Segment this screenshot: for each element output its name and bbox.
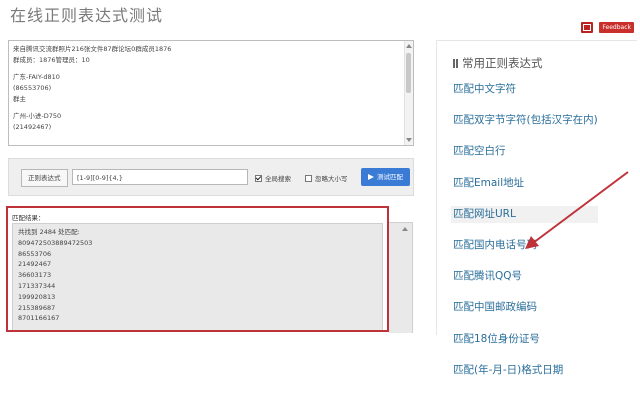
source-scrollbar[interactable] (404, 41, 413, 145)
regex-panel: 正则表达式 [1-9][0-9]{4,} 全局搜索 忽略大小写 测试匹配 (8, 158, 414, 196)
sidebar-link[interactable]: 匹配18位身份证号 (453, 331, 598, 348)
sidebar-heading-label: 常用正则表达式 (462, 56, 543, 70)
feedback-button[interactable]: Feedback (599, 22, 634, 33)
sidebar-links: 匹配中文字符 匹配双字节字符(包括汉字在内) 匹配空白行匹配Email地址 匹配网址U… (451, 81, 598, 393)
sidebar-link[interactable]: 匹配空白行 (453, 143, 598, 160)
result-match: 21492467 (18, 260, 52, 269)
result-match: 809472503889472503 (18, 238, 93, 247)
source-textarea[interactable]: 来自腾讯交流群照片216张文件87群论坛0群成员1876 群成员：1876管理员：… (8, 40, 414, 146)
sidebar-link[interactable]: 匹配腾讯QQ号 (453, 268, 598, 285)
sidebar-link[interactable]: 匹配国内电话号码 (453, 237, 598, 254)
result-match: 86553706 (18, 249, 52, 258)
source-line: 来自腾讯交流群照片216张文件87群论坛0群成员1876 (13, 45, 172, 53)
sidebar-heading: 常用正则表达式 (453, 55, 543, 71)
ignore-case-option[interactable]: 忽略大小写 (305, 173, 348, 183)
sidebar-link[interactable]: 匹配中文字符 (453, 81, 598, 98)
source-line: (21492467) (13, 123, 52, 131)
source-line: 广州-小进-D750 (13, 112, 62, 120)
regex-label: 正则表达式 (21, 169, 68, 187)
scroll-up-icon[interactable] (402, 227, 408, 231)
result-label: 匹配结果： (12, 214, 45, 222)
sidebar-link[interactable]: 匹配Email地址 (453, 175, 598, 192)
page-title: 在线正则表达式测试 (10, 6, 164, 25)
result-output[interactable]: 共找到 2484 处匹配: 809472503889472503 86553706… (12, 223, 383, 330)
global-search-label: 全局搜索 (265, 175, 291, 183)
scroll-down-icon[interactable] (406, 138, 412, 142)
source-line: 群主 (13, 95, 26, 103)
regex-input[interactable]: [1-9][0-9]{4,} (72, 169, 248, 185)
sidebar-link[interactable]: 匹配双字节字符(包括汉字在内) (453, 112, 598, 129)
test-match-button[interactable]: 测试匹配 (361, 168, 410, 186)
result-scrollbar[interactable] (389, 222, 413, 333)
sidebar-link[interactable]: 匹配(年-月-日)格式日期 (453, 362, 598, 379)
share-icon[interactable] (581, 22, 594, 33)
test-match-label: 测试匹配 (377, 173, 403, 181)
result-match: 215389687 (18, 303, 56, 312)
bars-icon (453, 58, 458, 68)
top-actions: Feedback (581, 22, 634, 33)
result-match: 171337344 (18, 281, 56, 290)
result-match: 8701166167 (18, 314, 60, 323)
ignore-case-label: 忽略大小写 (315, 175, 348, 183)
global-search-checkbox[interactable] (255, 174, 262, 182)
result-match: 199920813 (18, 292, 56, 301)
scroll-up-icon[interactable] (406, 44, 412, 48)
result-match: 36603173 (18, 271, 52, 280)
ignore-case-checkbox[interactable] (305, 174, 312, 182)
source-line: (86553706) (13, 84, 52, 92)
sidebar: 常用正则表达式 匹配中文字符 匹配双字节字符(包括汉字在内) 匹配空白行匹配Emai… (436, 40, 637, 376)
result-matches: 809472503889472503 86553706 21492467 366031… (18, 238, 377, 324)
source-text: 来自腾讯交流群照片216张文件87群论坛0群成员1876 群成员：1876管理员：… (9, 41, 413, 136)
source-line: 群成员：1876管理员：10 (13, 56, 90, 64)
result-highlight-box: 匹配结果： 共找到 2484 处匹配: 809472503889472503 86… (6, 206, 389, 332)
scroll-thumb[interactable] (406, 53, 411, 93)
play-icon (368, 174, 374, 180)
sidebar-link[interactable]: 匹配中国邮政编码 (453, 299, 598, 316)
sidebar-link[interactable]: 匹配网址URL (451, 205, 598, 223)
global-search-option[interactable]: 全局搜索 (255, 173, 291, 183)
source-line: 广东-FAIY-d810 (13, 73, 60, 81)
result-summary: 共找到 2484 处匹配: (18, 228, 80, 236)
